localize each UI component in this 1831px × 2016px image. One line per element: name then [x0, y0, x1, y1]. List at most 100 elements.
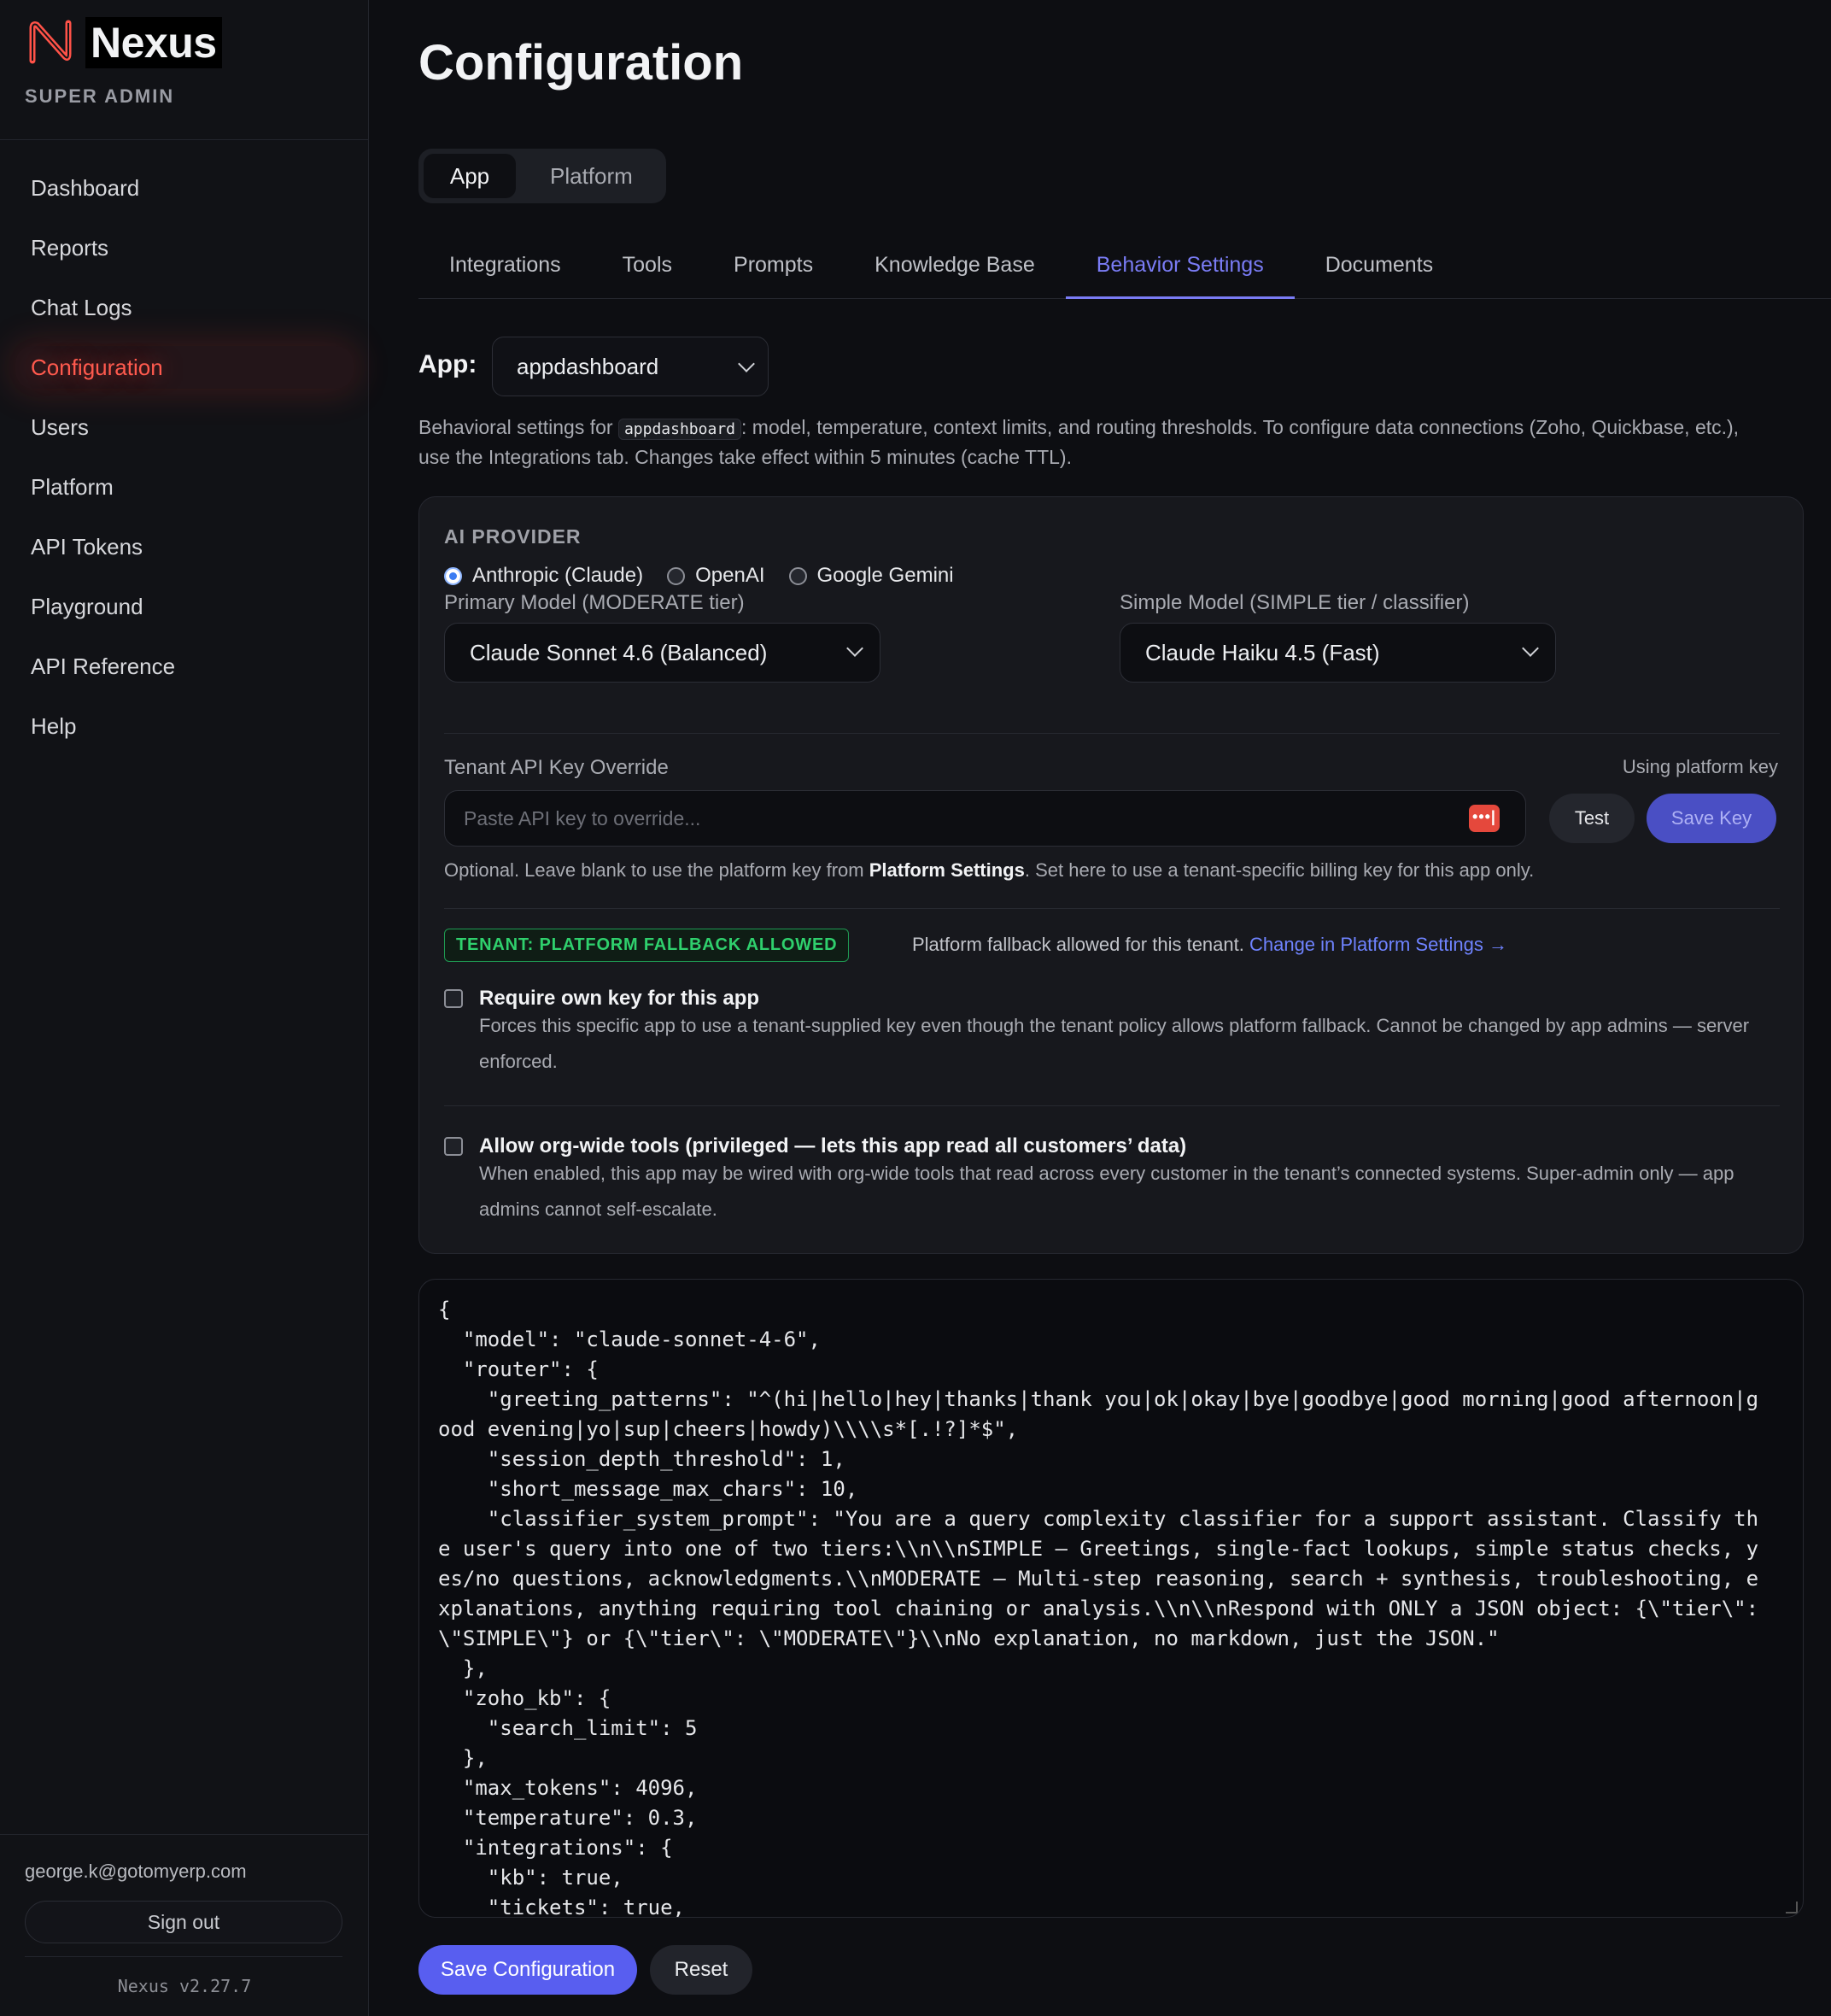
user-email: george.k@gotomyerp.com: [25, 1861, 247, 1882]
fallback-info: Platform fallback allowed for this tenan…: [912, 934, 1507, 956]
resize-handle-icon[interactable]: [1786, 1902, 1798, 1913]
tab-tools[interactable]: Tools: [592, 239, 703, 299]
section-title: AI PROVIDER: [444, 525, 582, 548]
config-tabs: Integrations Tools Prompts Knowledge Bas…: [418, 239, 1831, 299]
behavior-description: Behavioral settings for appdashboard: mo…: [418, 413, 1751, 472]
sidebar-item-label: Playground: [31, 594, 143, 619]
sidebar-item-api-tokens[interactable]: API Tokens: [0, 517, 369, 577]
require-own-key-title: Require own key for this app: [479, 987, 760, 1010]
chevron-down-icon: [1522, 640, 1539, 657]
key-status: Using platform key: [1622, 756, 1778, 777]
password-manager-icon[interactable]: •••|: [1469, 805, 1500, 832]
radio-icon[interactable]: [788, 566, 807, 585]
divider: [0, 139, 369, 140]
version-label: Nexus v2.27.7: [117, 1976, 252, 1996]
radio-label: OpenAI: [695, 564, 765, 587]
sidebar-item-label: API Reference: [31, 653, 176, 679]
app-code: appdashboard: [617, 419, 741, 440]
primary-model-select[interactable]: Claude Sonnet 4.6 (Balanced): [444, 623, 880, 683]
tab-prompts[interactable]: Prompts: [703, 239, 844, 299]
provider-anthropic[interactable]: Anthropic (Claude): [444, 564, 643, 588]
tab-knowledge-base[interactable]: Knowledge Base: [844, 239, 1066, 299]
primary-model-value: Claude Sonnet 4.6 (Balanced): [470, 640, 768, 665]
config-json-editor[interactable]: { "model": "claude-sonnet-4-6", "router"…: [418, 1279, 1804, 1918]
role-label: SUPER ADMIN: [25, 85, 175, 107]
platform-settings-link[interactable]: Change in Platform Settings →: [1249, 934, 1507, 955]
sidebar-item-users[interactable]: Users: [0, 397, 369, 457]
sidebar-item-label: Platform: [31, 474, 114, 500]
sidebar-item-label: API Tokens: [31, 534, 143, 560]
sidebar-item-chat-logs[interactable]: Chat Logs: [0, 278, 369, 337]
sidebar-item-configuration[interactable]: Configuration: [0, 337, 369, 397]
save-configuration-button[interactable]: Save Configuration: [418, 1945, 637, 1995]
provider-openai[interactable]: OpenAI: [667, 564, 765, 588]
api-key-placeholder: Paste API key to override...: [464, 807, 701, 829]
divider: [444, 733, 1780, 734]
simple-model-value: Claude Haiku 4.5 (Fast): [1145, 640, 1380, 665]
sidebar-item-label: Dashboard: [31, 175, 140, 201]
test-key-button[interactable]: Test: [1549, 794, 1635, 843]
radio-icon[interactable]: [667, 566, 686, 585]
divider: [444, 1105, 1780, 1106]
chevron-down-icon: [738, 355, 755, 372]
sidebar-item-label: Users: [31, 414, 89, 440]
org-wide-tools-checkbox[interactable]: [444, 1137, 463, 1156]
fallback-status-badge: TENANT: PLATFORM FALLBACK ALLOWED: [444, 929, 850, 962]
app-label: App:: [418, 350, 477, 378]
scope-platform-button[interactable]: Platform: [523, 154, 660, 198]
sidebar-item-help[interactable]: Help: [0, 696, 369, 756]
help-text: . Set here to use a tenant-specific bill…: [1024, 859, 1535, 881]
sidebar-item-label: Configuration: [31, 355, 163, 380]
fallback-text: Platform fallback allowed for this tenan…: [912, 934, 1249, 955]
scope-toggle: App Platform: [418, 149, 666, 203]
page-title: Configuration: [418, 35, 744, 91]
app-select-value: appdashboard: [517, 354, 659, 379]
ai-provider-card: AI PROVIDER Anthropic (Claude) OpenAI Go…: [418, 496, 1804, 1254]
tab-documents[interactable]: Documents: [1295, 239, 1464, 299]
api-key-label: Tenant API Key Override: [444, 756, 669, 779]
tab-behavior-settings[interactable]: Behavior Settings: [1065, 239, 1295, 299]
radio-label: Anthropic (Claude): [472, 564, 644, 587]
main-content: Configuration App Platform Integrations …: [370, 0, 1831, 2016]
sidebar-item-dashboard[interactable]: Dashboard: [0, 158, 369, 218]
sidebar-item-label: Reports: [31, 235, 109, 261]
org-wide-tools-desc: When enabled, this app may be wired with…: [479, 1163, 1734, 1220]
divider: [0, 1834, 369, 1835]
reset-button[interactable]: Reset: [650, 1945, 752, 1995]
api-key-help: Optional. Leave blank to use the platfor…: [444, 859, 1534, 882]
sidebar-nav: Dashboard Reports Chat Logs Configuratio…: [0, 158, 369, 756]
tab-integrations[interactable]: Integrations: [418, 239, 592, 299]
sidebar-item-label: Chat Logs: [31, 295, 132, 320]
save-key-button[interactable]: Save Key: [1647, 794, 1776, 843]
require-own-key-checkbox[interactable]: [444, 989, 463, 1008]
sidebar-item-playground[interactable]: Playground: [0, 577, 369, 636]
nexus-logo-icon: [29, 20, 72, 64]
api-key-input[interactable]: Paste API key to override... •••|: [444, 790, 1526, 847]
provider-gemini[interactable]: Google Gemini: [788, 564, 954, 588]
sidebar-item-reports[interactable]: Reports: [0, 218, 369, 278]
divider: [444, 908, 1780, 909]
scope-app-button[interactable]: App: [424, 154, 516, 198]
org-wide-tools-title: Allow org-wide tools (privileged — lets …: [479, 1134, 1187, 1157]
primary-model-label: Primary Model (MODERATE tier): [444, 591, 745, 614]
brand-name: Nexus: [85, 17, 222, 68]
simple-model-select[interactable]: Claude Haiku 4.5 (Fast): [1120, 623, 1556, 683]
sidebar-item-platform[interactable]: Platform: [0, 457, 369, 517]
help-text: Optional. Leave blank to use the platfor…: [444, 859, 869, 881]
help-bold: Platform Settings: [869, 859, 1025, 881]
require-own-key-desc: Forces this specific app to use a tenant…: [479, 1015, 1750, 1072]
brand[interactable]: Nexus: [24, 17, 222, 68]
simple-model-label: Simple Model (SIMPLE tier / classifier): [1120, 591, 1470, 614]
sidebar: Nexus SUPER ADMIN Dashboard Reports Chat…: [0, 0, 369, 2016]
radio-label: Google Gemini: [816, 564, 954, 587]
radio-selected-icon[interactable]: [444, 566, 462, 585]
sidebar-item-label: Help: [31, 713, 77, 739]
app-select[interactable]: appdashboard: [492, 337, 769, 396]
chevron-down-icon: [846, 640, 863, 657]
sidebar-item-api-reference[interactable]: API Reference: [0, 636, 369, 696]
sign-out-button[interactable]: Sign out: [25, 1901, 342, 1943]
divider: [25, 1956, 342, 1957]
provider-radio-group: Anthropic (Claude) OpenAI Google Gemini: [444, 564, 978, 588]
desc-text: Behavioral settings for: [418, 416, 618, 438]
config-json-text[interactable]: { "model": "claude-sonnet-4-6", "router"…: [438, 1295, 1770, 1917]
